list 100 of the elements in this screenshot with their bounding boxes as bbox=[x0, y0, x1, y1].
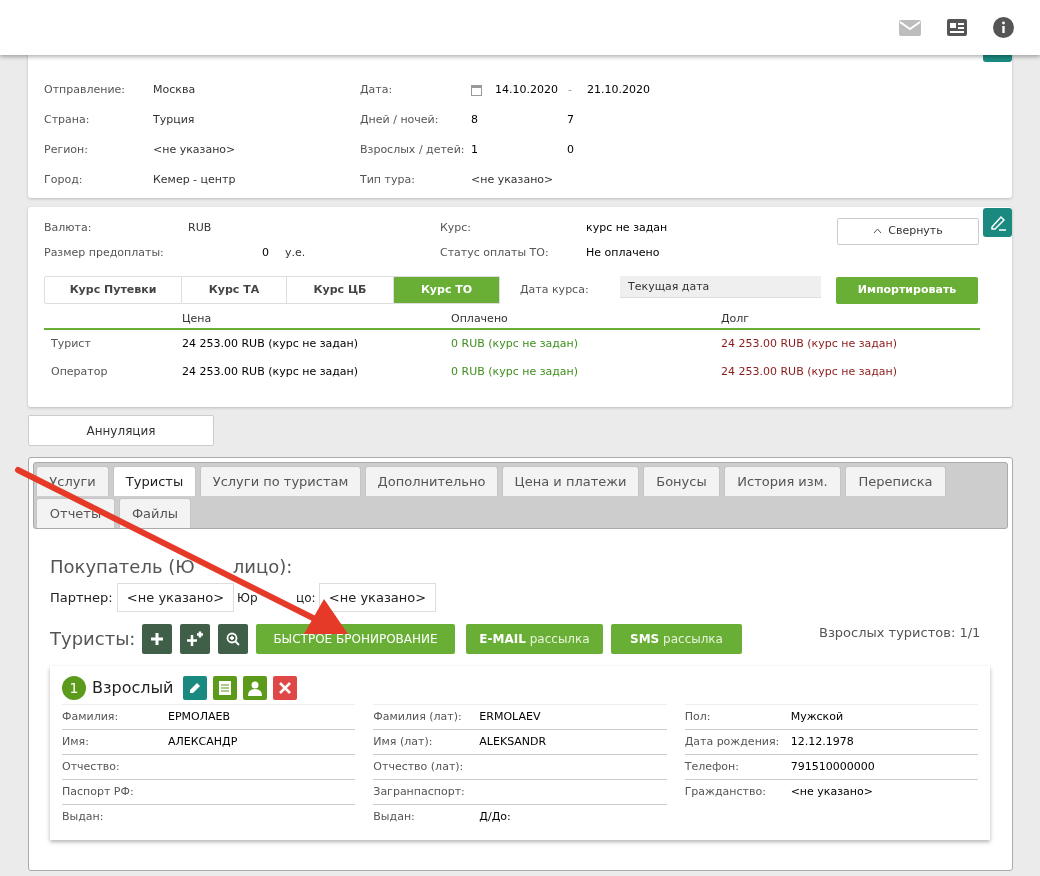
card-icon[interactable] bbox=[947, 19, 967, 36]
info-icon[interactable] bbox=[993, 17, 1014, 38]
table-cell-text: 24 253.00 RUB (курс не задан) bbox=[721, 363, 899, 380]
field-label: Фамилия: bbox=[62, 708, 120, 725]
tab[interactable]: Дополнительно bbox=[365, 466, 498, 496]
delete-button[interactable] bbox=[273, 676, 298, 700]
table-cell-text: Турист bbox=[50, 335, 92, 352]
field-value: 0 bbox=[262, 244, 270, 261]
date-value: 14.10.2020 bbox=[495, 81, 559, 98]
field-value: ЕРМОЛАЕВ bbox=[168, 708, 231, 725]
plus-icon bbox=[186, 630, 204, 647]
field-label: Статус оплаты ТО: bbox=[440, 244, 550, 261]
section-title: Туристы: bbox=[50, 627, 137, 651]
person-button[interactable] bbox=[243, 676, 268, 700]
edit-button[interactable] bbox=[983, 55, 1012, 62]
rate-tab[interactable]: Курс ЦБ bbox=[287, 276, 394, 304]
field-value: ALEKSANDR bbox=[479, 733, 547, 750]
field-value: Турция bbox=[153, 111, 196, 128]
annul-button[interactable]: Аннуляция bbox=[28, 415, 214, 446]
field-label: Имя (лат): bbox=[373, 733, 434, 750]
field-value: 791510000000 bbox=[790, 758, 875, 775]
tab[interactable]: Файлы bbox=[119, 498, 191, 528]
field-value: Не оплачено bbox=[586, 244, 660, 261]
field-label: Дата рождения: bbox=[684, 733, 781, 750]
field-value: <не указано> bbox=[471, 171, 554, 188]
field-value: 12.12.1978 bbox=[790, 733, 854, 750]
field-label: цо: bbox=[296, 589, 317, 607]
field-label: Тип тура: bbox=[360, 171, 416, 188]
add-button[interactable] bbox=[142, 623, 172, 654]
date-field[interactable]: Текущая дата bbox=[620, 276, 821, 298]
close-icon bbox=[279, 682, 292, 694]
field-value: RUB bbox=[188, 219, 213, 236]
date-value: 21.10.2020 bbox=[587, 81, 650, 98]
field-label: Пол: bbox=[684, 708, 712, 725]
field-label: Гражданство: bbox=[684, 784, 767, 801]
document-icon bbox=[217, 680, 234, 696]
pencil-icon bbox=[988, 213, 1007, 232]
rate-tab[interactable]: Курс ТА bbox=[182, 276, 287, 304]
unit-label: у.е. bbox=[285, 244, 307, 261]
field-label: Отправление: bbox=[44, 81, 127, 98]
column-header: Долг bbox=[721, 310, 751, 327]
field-label: Город: bbox=[44, 171, 84, 188]
field-label: Регион: bbox=[44, 141, 89, 158]
field-label: Паспорт РФ: bbox=[62, 783, 135, 800]
tab[interactable]: Услуги по туристам bbox=[200, 466, 361, 496]
column-header: Оплачено bbox=[451, 310, 509, 327]
tab[interactable]: Цена и платежи bbox=[502, 466, 639, 496]
column-header: Цена bbox=[182, 310, 213, 327]
table-cell-text: 0 RUB (курс не задан) bbox=[451, 335, 580, 352]
tab[interactable]: История изм. bbox=[724, 466, 841, 496]
table-cell-text: 0 RUB (курс не задан) bbox=[451, 363, 580, 380]
zoom-icon bbox=[226, 631, 240, 646]
field-label: Юр bbox=[236, 589, 259, 607]
field-label: Дата курса: bbox=[520, 281, 590, 298]
number-badge: 1 bbox=[62, 676, 86, 700]
tourist-count: Взрослых туристов: 1/1 bbox=[819, 623, 981, 642]
field-value: 7 bbox=[567, 111, 574, 128]
edit-button[interactable] bbox=[183, 676, 208, 700]
field-label: Отчество (лат): bbox=[373, 758, 465, 775]
person-icon bbox=[247, 680, 264, 696]
field-label: Размер предоплаты: bbox=[44, 244, 165, 261]
rate-tab[interactable]: Курс Путевки bbox=[44, 276, 182, 304]
plus-icon bbox=[150, 631, 164, 646]
tab[interactable]: Бонусы bbox=[643, 466, 720, 496]
field-value: Кемер - центр bbox=[153, 171, 237, 188]
field-label: Взрослых / детей: bbox=[360, 141, 466, 158]
add-more-button[interactable] bbox=[180, 623, 210, 654]
section-title: лицо): bbox=[232, 555, 293, 579]
field-value: курс не задан bbox=[586, 219, 669, 236]
edit-button[interactable] bbox=[983, 208, 1012, 237]
field-label: Дней / ночей: bbox=[360, 111, 440, 128]
tab[interactable]: Туристы bbox=[113, 466, 196, 496]
table-cell-text: 24 253.00 RUB (курс не задан) bbox=[182, 335, 360, 352]
table-cell-text: 24 253.00 RUB (курс не задан) bbox=[182, 363, 360, 380]
tourist-type: Взрослый bbox=[92, 677, 174, 699]
section-title: Покупатель (Ю bbox=[50, 555, 195, 579]
field-value: <не указано> bbox=[153, 141, 237, 158]
date-separator: - bbox=[568, 81, 573, 98]
field-label: Имя: bbox=[62, 733, 90, 750]
field-label: Выдан: bbox=[373, 809, 416, 826]
table-cell-text: Оператор bbox=[50, 363, 109, 380]
field-value: <не указано> bbox=[790, 784, 873, 801]
chevron-up-icon bbox=[873, 228, 883, 234]
field-label: Выдан: bbox=[62, 809, 105, 826]
field-value: ERMOLAEV bbox=[479, 708, 541, 725]
field-label: Фамилия (лат): bbox=[373, 708, 463, 725]
legal-entity-field[interactable]: <не указано> bbox=[319, 583, 436, 612]
table-cell-text: 24 253.00 RUB (курс не задан) bbox=[721, 335, 899, 352]
calendar-icon bbox=[471, 84, 482, 96]
document-button[interactable] bbox=[213, 676, 238, 700]
search-button[interactable] bbox=[218, 623, 248, 654]
field-value: АЛЕКСАНДР bbox=[168, 733, 238, 750]
field-label: Телефон: bbox=[684, 758, 740, 775]
tab[interactable]: Переписка bbox=[845, 466, 946, 496]
field-label: Валюта: bbox=[44, 219, 93, 236]
field-label: Страна: bbox=[44, 111, 91, 128]
field-label: Курс: bbox=[440, 219, 473, 236]
collapse-button[interactable]: Свернуть bbox=[837, 217, 979, 245]
partner-field[interactable]: <не указано> bbox=[117, 583, 234, 612]
field-value: 8 bbox=[471, 111, 479, 128]
